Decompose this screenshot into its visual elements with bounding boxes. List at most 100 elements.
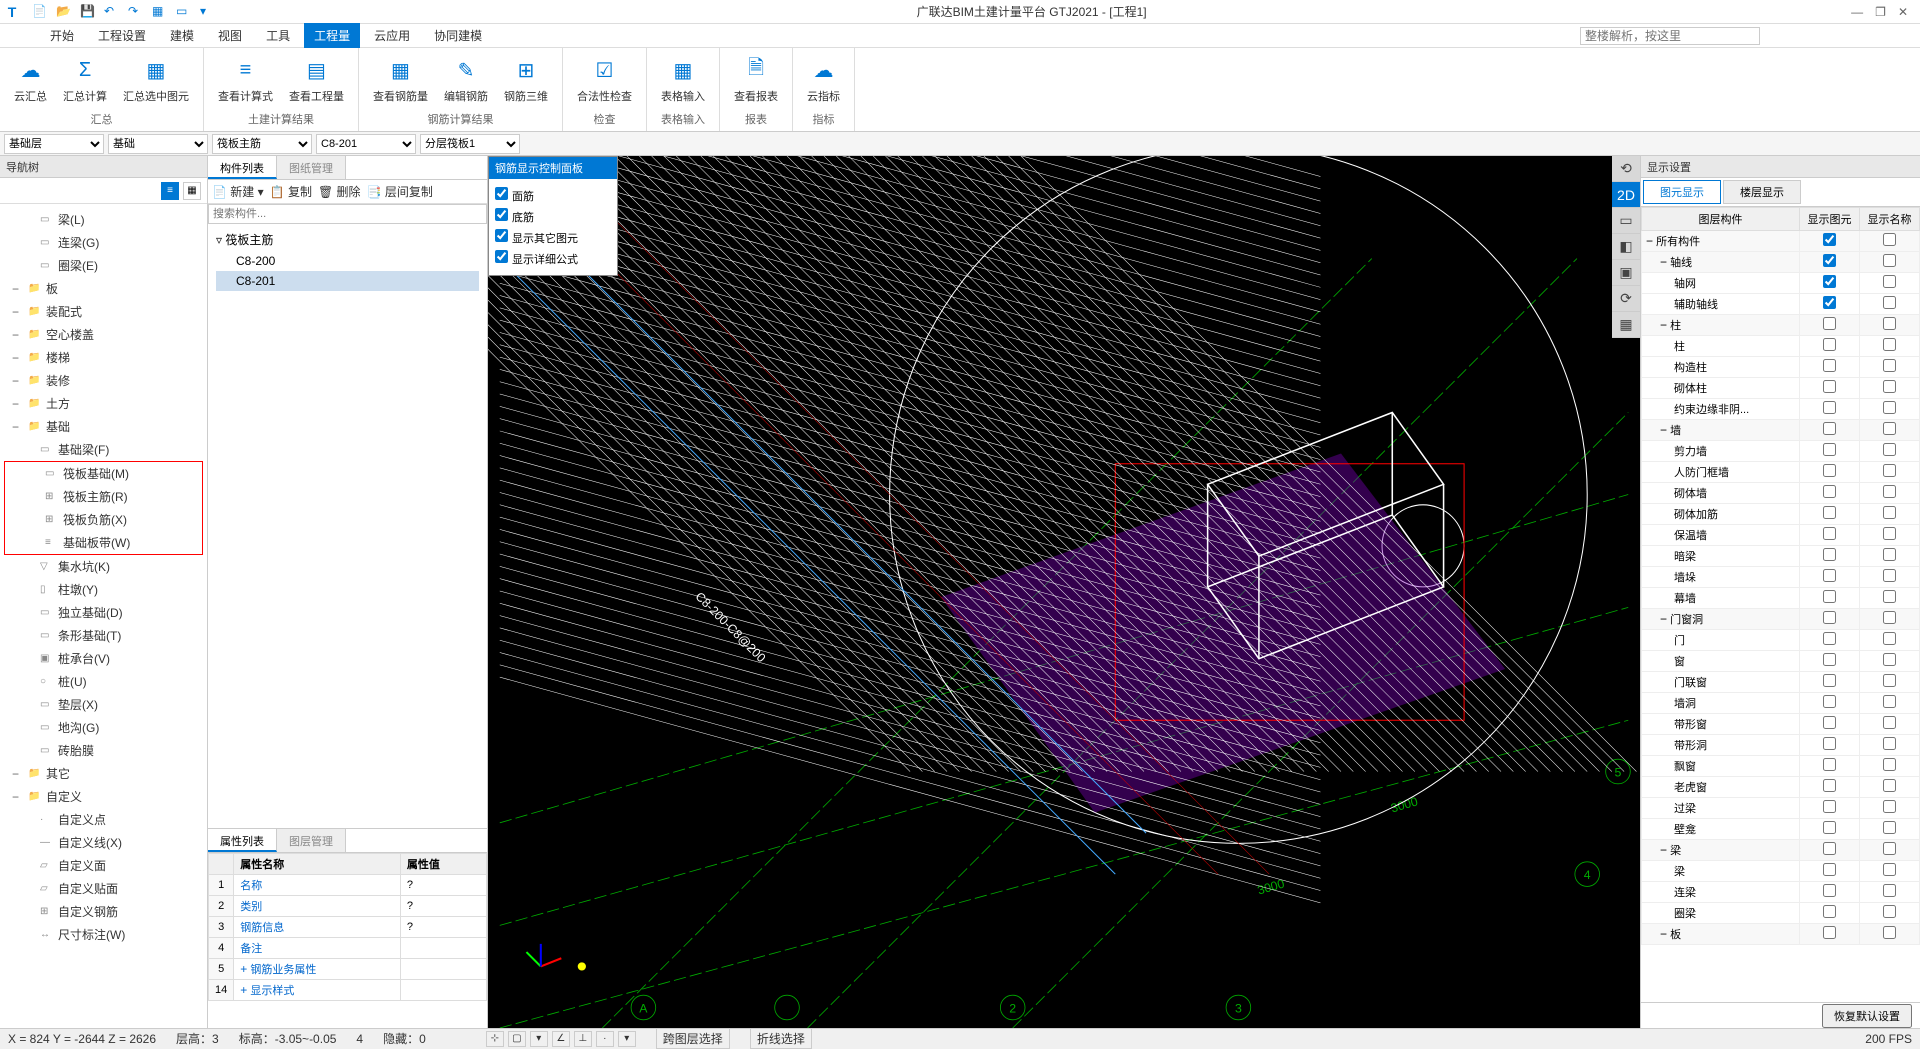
display-row-辅助轴线[interactable]: 辅助轴线	[1642, 294, 1920, 315]
display-row-飘窗[interactable]: 飘窗	[1642, 756, 1920, 777]
chk-show-name[interactable]	[1883, 884, 1896, 897]
chk-show-elem[interactable]	[1823, 443, 1836, 456]
chk-show-name[interactable]	[1883, 779, 1896, 792]
chk-show-elem[interactable]	[1823, 548, 1836, 561]
chk-show-elem[interactable]	[1823, 254, 1836, 267]
menu-建模[interactable]: 建模	[160, 23, 204, 48]
tree-item-自定义[interactable]: −📁自定义	[0, 785, 207, 808]
chk-show-elem[interactable]	[1823, 632, 1836, 645]
display-row-窗[interactable]: 窗	[1642, 651, 1920, 672]
chk-show-name[interactable]	[1883, 905, 1896, 918]
selector-1[interactable]: 基础	[108, 134, 208, 154]
chk-show-name[interactable]	[1883, 716, 1896, 729]
chk-show-elem[interactable]	[1823, 737, 1836, 750]
chk-show-name[interactable]	[1883, 296, 1896, 309]
chk-show-elem[interactable]	[1823, 464, 1836, 477]
maximize-icon[interactable]: ❐	[1875, 5, 1886, 19]
ribbon-btn-查看工程量[interactable]: ▤查看工程量	[283, 52, 350, 106]
chk-show-elem[interactable]	[1823, 842, 1836, 855]
chk-show-name[interactable]	[1883, 275, 1896, 288]
chk-show-elem[interactable]	[1823, 569, 1836, 582]
tree-item-圈梁(E)[interactable]: ▭圈梁(E)	[0, 254, 207, 277]
chk-show-elem[interactable]	[1823, 716, 1836, 729]
selector-2[interactable]: 筏板主筋	[212, 134, 312, 154]
chk-show-name[interactable]	[1883, 233, 1896, 246]
sb-snap3-icon[interactable]: ▾	[530, 1031, 548, 1047]
prop-row[interactable]: 4备注	[209, 938, 487, 959]
chk-show-name[interactable]	[1883, 926, 1896, 939]
display-row-砌体加筋[interactable]: 砌体加筋	[1642, 504, 1920, 525]
tree-item-装配式[interactable]: −📁装配式	[0, 300, 207, 323]
chk-show-name[interactable]	[1883, 611, 1896, 624]
chk-show-name[interactable]	[1883, 569, 1896, 582]
menu-工具[interactable]: 工具	[256, 23, 300, 48]
tree-item-筏板主筋(R)[interactable]: ⊞筏板主筋(R)	[5, 485, 202, 508]
tree-item-桩承台(V)[interactable]: ▣桩承台(V)	[0, 647, 207, 670]
display-row-板[interactable]: − 板	[1642, 924, 1920, 945]
prop-row[interactable]: 14+ 显示样式	[209, 980, 487, 1001]
prop-row[interactable]: 2类别?	[209, 896, 487, 917]
tree-item-地沟(G)[interactable]: ▭地沟(G)	[0, 716, 207, 739]
tree-item-自定义贴面[interactable]: ▱自定义贴面	[0, 877, 207, 900]
chk-show-elem[interactable]	[1823, 296, 1836, 309]
tree-item-集水坑(K)[interactable]: ▽集水坑(K)	[0, 555, 207, 578]
display-row-门窗洞[interactable]: − 门窗洞	[1642, 609, 1920, 630]
chk-show-elem[interactable]	[1823, 275, 1836, 288]
prop-row[interactable]: 3钢筋信息?	[209, 917, 487, 938]
comp-new-button[interactable]: 📄 新建 ▾	[212, 183, 264, 200]
chk-show-name[interactable]	[1883, 443, 1896, 456]
display-row-轴网[interactable]: 轴网	[1642, 273, 1920, 294]
chk-show-name[interactable]	[1883, 653, 1896, 666]
ribbon-btn-合法性检查[interactable]: ☑合法性检查	[571, 52, 638, 106]
tab-drawing-mgmt[interactable]: 图纸管理	[277, 156, 346, 179]
display-row-门[interactable]: 门	[1642, 630, 1920, 651]
comp-layer-copy-button[interactable]: 📑 层间复制	[367, 183, 433, 200]
chk-show-elem[interactable]	[1823, 926, 1836, 939]
chk-show-elem[interactable]	[1823, 695, 1836, 708]
check-显示详细公式[interactable]: 显示详细公式	[495, 248, 611, 269]
chk-show-name[interactable]	[1883, 548, 1896, 561]
display-row-暗梁[interactable]: 暗梁	[1642, 546, 1920, 567]
chk-show-name[interactable]	[1883, 422, 1896, 435]
check-面筋[interactable]: 面筋	[495, 185, 611, 206]
qa-new-icon[interactable]: 📄	[32, 4, 48, 20]
selector-0[interactable]: 基础层	[4, 134, 104, 154]
tab-property-list[interactable]: 属性列表	[208, 829, 277, 852]
display-row-老虎窗[interactable]: 老虎窗	[1642, 777, 1920, 798]
tree-item-砖胎膜[interactable]: ▭砖胎膜	[0, 739, 207, 762]
tree-item-基础梁(F)[interactable]: ▭基础梁(F)	[0, 438, 207, 461]
qa-redo-icon[interactable]: ↷	[128, 4, 144, 20]
chk-show-name[interactable]	[1883, 632, 1896, 645]
qa-down-icon[interactable]: ▾	[200, 4, 216, 20]
ribbon-btn-表格输入[interactable]: ▦表格输入	[655, 52, 711, 106]
chk-show-name[interactable]	[1883, 674, 1896, 687]
ribbon-btn-云指标[interactable]: ☁云指标	[801, 52, 846, 106]
vp-grid-icon[interactable]: ▦	[1612, 312, 1640, 338]
sb-ortho-icon[interactable]: ⊥	[574, 1031, 592, 1047]
chk-show-name[interactable]	[1883, 317, 1896, 330]
tree-item-尺寸标注(W)[interactable]: ↔尺寸标注(W)	[0, 923, 207, 946]
vp-view-icon[interactable]: ▭	[1612, 208, 1640, 234]
chk-show-name[interactable]	[1883, 842, 1896, 855]
tree-item-筏板基础(M)[interactable]: ▭筏板基础(M)	[5, 462, 202, 485]
chk-show-name[interactable]	[1883, 800, 1896, 813]
chk-show-elem[interactable]	[1823, 317, 1836, 330]
tree-item-独立基础(D)[interactable]: ▭独立基础(D)	[0, 601, 207, 624]
menu-协同建模[interactable]: 协同建模	[424, 23, 492, 48]
tab-element-display[interactable]: 图元显示	[1643, 180, 1721, 204]
display-row-砌体柱[interactable]: 砌体柱	[1642, 378, 1920, 399]
ribbon-btn-查看报表[interactable]: 🗎查看报表	[728, 52, 784, 106]
vp-reset-icon[interactable]: ⟳	[1612, 286, 1640, 312]
tree-item-空心楼盖[interactable]: −📁空心楼盖	[0, 323, 207, 346]
tree-item-桩(U)[interactable]: ○桩(U)	[0, 670, 207, 693]
vp-2d-icon[interactable]: 2D	[1612, 182, 1640, 208]
tree-item-垫层(X)[interactable]: ▭垫层(X)	[0, 693, 207, 716]
chk-show-name[interactable]	[1883, 821, 1896, 834]
sb-snap2-icon[interactable]: ▢	[508, 1031, 526, 1047]
vp-orbit-icon[interactable]: ⟲	[1612, 156, 1640, 182]
menu-云应用[interactable]: 云应用	[364, 23, 420, 48]
comp-search-input[interactable]	[208, 204, 487, 224]
menu-开始[interactable]: 开始	[40, 23, 84, 48]
display-row-过梁[interactable]: 过梁	[1642, 798, 1920, 819]
ribbon-btn-查看计算式[interactable]: ≡查看计算式	[212, 52, 279, 106]
